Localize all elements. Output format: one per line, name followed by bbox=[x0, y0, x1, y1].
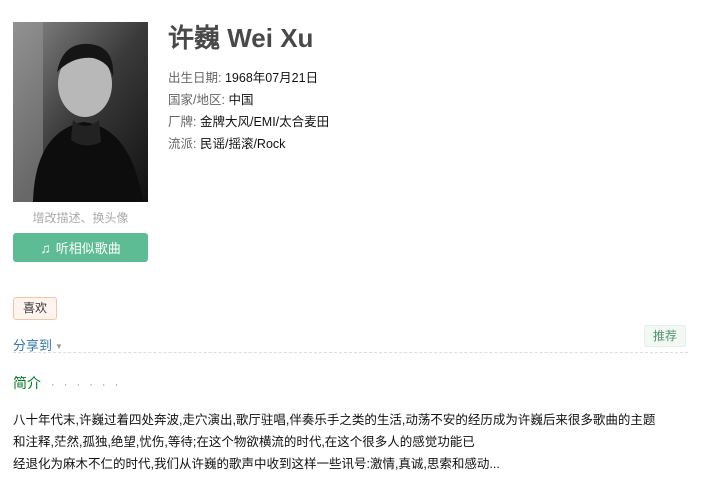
like-button[interactable]: 喜欢 bbox=[13, 297, 58, 320]
info-row-region: 国家/地区: 中国 bbox=[168, 89, 329, 111]
info-row-genre: 流派: 民谣/摇滚/Rock bbox=[168, 133, 329, 155]
artist-info: 出生日期: 1968年07月21日 国家/地区: 中国 厂牌: 金牌大风/EMI… bbox=[168, 67, 329, 155]
info-value: 中国 bbox=[228, 93, 254, 107]
music-note-icon: ♫ bbox=[40, 239, 51, 256]
info-label: 厂牌: bbox=[168, 115, 197, 129]
intro-heading: 简介 · · · · · · bbox=[13, 373, 121, 393]
intro-text: 八十年代末,许巍过着四处奔波,走穴演出,歌厅驻唱,伴奏乐手之类的生活,动荡不安的… bbox=[13, 409, 697, 475]
chevron-down-icon: ▼ bbox=[55, 342, 63, 352]
info-value: 金牌大风/EMI/太合麦田 bbox=[199, 115, 330, 129]
info-row-birthdate: 出生日期: 1968年07月21日 bbox=[168, 67, 329, 89]
listen-similar-label: 听相似歌曲 bbox=[55, 241, 121, 256]
intro-line: 经退化为麻木不仁的时代,我们从许巍的歌声中收到这样一些讯号:激情,真诚,思索和感… bbox=[13, 457, 500, 471]
info-label: 流派: bbox=[168, 137, 197, 151]
heading-dots: · · · · · · bbox=[51, 379, 122, 391]
info-label: 国家/地区: bbox=[168, 93, 225, 107]
info-value: 民谣/摇滚/Rock bbox=[199, 137, 286, 151]
intro-line: 八十年代末,许巍过着四处奔波,走穴演出,歌厅驻唱,伴奏乐手之类的生活,动荡不安的… bbox=[13, 413, 656, 427]
info-value: 1968年07月21日 bbox=[224, 71, 319, 85]
divider bbox=[13, 352, 688, 353]
artist-name: 许巍 Wei Xu bbox=[168, 23, 314, 53]
artist-photo[interactable] bbox=[13, 22, 148, 202]
listen-similar-button[interactable]: ♫ 听相似歌曲 bbox=[13, 233, 148, 262]
intro-title: 简介 bbox=[13, 375, 41, 391]
share-label: 分享到 bbox=[13, 338, 53, 353]
edit-description-link[interactable]: 增改描述、换头像 bbox=[13, 209, 148, 226]
info-label: 出生日期: bbox=[168, 71, 222, 85]
info-row-label: 厂牌: 金牌大风/EMI/太合麦田 bbox=[168, 111, 329, 133]
intro-line: 和注释,茫然,孤独,绝望,忧伤,等待;在这个物欲横流的时代,在这个很多人的感觉功… bbox=[13, 435, 475, 449]
recommend-button[interactable]: 推荐 bbox=[644, 325, 687, 347]
